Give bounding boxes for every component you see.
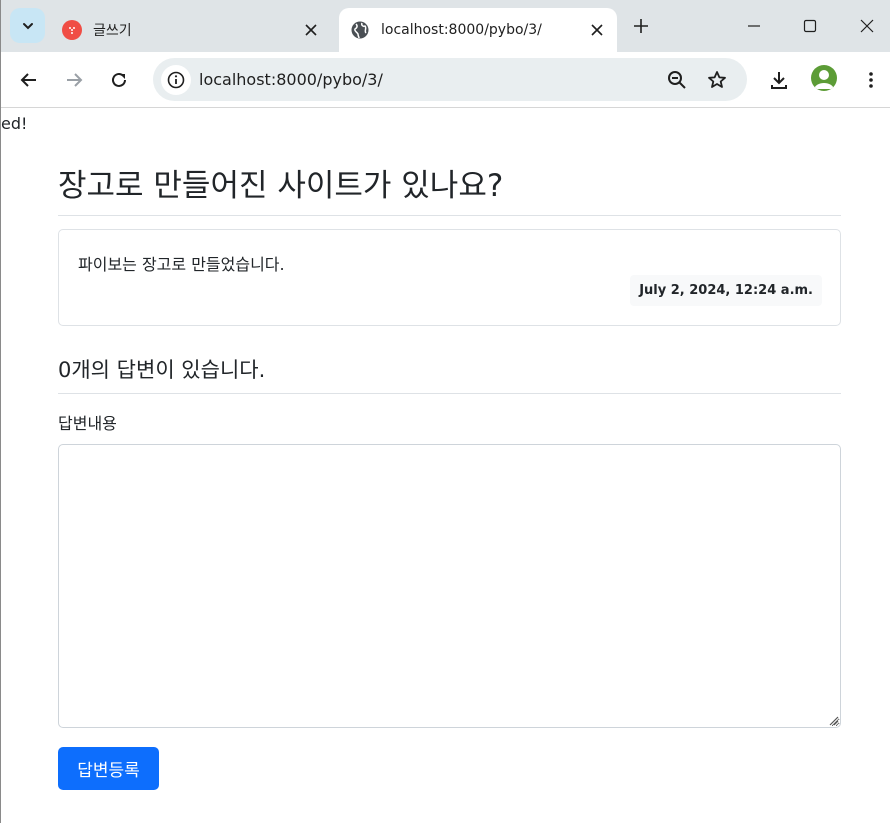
resize-grip-icon[interactable] (827, 714, 839, 726)
stray-text: ed! (1, 114, 28, 133)
question-date-badge: July 2, 2024, 12:24 a.m. (630, 275, 822, 306)
chevron-down-icon (22, 22, 33, 29)
question-content: 파이보는 장고로 만들었습니다. (78, 255, 285, 274)
maximize-button[interactable] (782, 0, 838, 52)
tab-title: localhost:8000/pybo/3/ (381, 22, 542, 38)
zoom-button[interactable] (663, 66, 691, 94)
profile-avatar[interactable] (811, 65, 837, 91)
arrow-right-icon (67, 73, 83, 87)
answer-content-label: 답변내용 (58, 414, 117, 433)
minimize-icon (748, 25, 760, 27)
plus-icon (634, 19, 648, 33)
globe-icon (350, 20, 370, 40)
downloads-button[interactable] (761, 62, 797, 98)
browser-window: 글쓰기 localhost:8000/pybo/3/ localhost:800… (0, 0, 890, 823)
download-icon (771, 72, 787, 89)
close-tab-icon[interactable] (297, 16, 325, 44)
star-icon (708, 71, 726, 88)
maximize-icon (803, 19, 817, 33)
more-vert-icon (869, 72, 873, 88)
answer-count-heading: 0개의 답변이 있습니다. (58, 354, 841, 394)
question-subject: 장고로 만들어진 사이트가 있나요? (58, 160, 841, 216)
site-info-button[interactable] (161, 65, 191, 95)
arrow-left-icon (20, 73, 36, 87)
tab-pybo-detail[interactable]: localhost:8000/pybo/3/ (339, 8, 617, 52)
close-window-button[interactable] (839, 0, 890, 52)
url-text[interactable]: localhost:8000/pybo/3/ (199, 70, 383, 89)
red-circle-app-icon (62, 20, 82, 40)
minimize-button[interactable] (726, 0, 782, 52)
answer-content-textarea[interactable] (58, 444, 841, 728)
person-icon (814, 70, 834, 89)
question-card: 파이보는 장고로 만들었습니다. July 2, 2024, 12:24 a.m… (58, 229, 841, 326)
reload-icon (112, 72, 126, 87)
reload-button[interactable] (101, 62, 137, 98)
close-icon (860, 19, 874, 33)
zoom-out-icon (668, 71, 686, 89)
browser-toolbar: localhost:8000/pybo/3/ (1, 52, 890, 108)
tab-search-button[interactable] (10, 8, 45, 43)
submit-answer-button[interactable]: 답변등록 (58, 747, 159, 790)
bookmark-button[interactable] (703, 66, 731, 94)
menu-button[interactable] (853, 62, 889, 98)
tab-title: 글쓰기 (93, 23, 132, 39)
address-bar[interactable]: localhost:8000/pybo/3/ (153, 58, 747, 101)
forward-button[interactable] (56, 62, 92, 98)
close-tab-icon[interactable] (583, 16, 611, 44)
new-tab-button[interactable] (627, 12, 655, 40)
back-button[interactable] (11, 62, 47, 98)
tab-strip: 글쓰기 localhost:8000/pybo/3/ (1, 0, 890, 52)
page-content: ed! 장고로 만들어진 사이트가 있나요? 파이보는 장고로 만들었습니다. … (1, 109, 890, 823)
info-icon (167, 71, 185, 89)
tab-write[interactable]: 글쓰기 (51, 8, 331, 52)
